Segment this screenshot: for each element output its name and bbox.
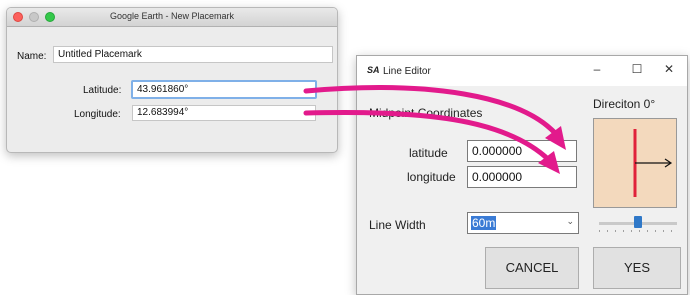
window-title: Line Editor (383, 66, 431, 77)
line-width-select[interactable]: 60m ⌄ (467, 212, 579, 234)
longitude-label: Longitude: (74, 109, 121, 120)
latitude-input[interactable]: 0.000000 (467, 140, 577, 162)
window-title: Google Earth - New Placemark (109, 11, 235, 21)
title-bar[interactable]: Google Earth - New Placemark (7, 8, 337, 27)
longitude-input[interactable]: 0.000000 (467, 166, 577, 188)
minimize-icon[interactable]: – (587, 62, 607, 76)
latitude-input[interactable]: 43.961860° (131, 80, 317, 99)
name-input[interactable]: Untitled Placemark (53, 46, 333, 63)
direction-label: Direciton 0° (593, 97, 656, 111)
line-editor-window: SA Line Editor – ☐ ✕ Midpoint Coordinate… (356, 55, 688, 295)
app-icon: SA (367, 65, 380, 75)
name-label: Name: (17, 51, 47, 62)
maximize-icon[interactable]: ☐ (627, 62, 647, 76)
direction-slider-thumb[interactable] (634, 216, 642, 228)
longitude-input[interactable]: 12.683994° (132, 105, 316, 121)
longitude-label: longitude (407, 170, 456, 184)
line-width-label: Line Width (369, 218, 426, 232)
latitude-label: latitude (409, 146, 448, 160)
line-width-value: 60m (471, 216, 497, 230)
direction-slider-ticks (599, 230, 677, 232)
chevron-down-icon[interactable]: ⌄ (566, 216, 574, 227)
midpoint-heading: Midpoint Coordinates (369, 106, 483, 120)
direction-preview (593, 118, 677, 208)
yes-button[interactable]: YES (593, 247, 681, 289)
close-icon[interactable]: ✕ (659, 62, 679, 76)
title-bar[interactable]: SA Line Editor – ☐ ✕ (357, 56, 687, 86)
direction-graphic (633, 129, 673, 197)
latitude-label: Latitude: (83, 85, 122, 96)
google-earth-window: Google Earth - New Placemark Name: Untit… (6, 7, 338, 153)
cancel-button[interactable]: CANCEL (485, 247, 579, 289)
